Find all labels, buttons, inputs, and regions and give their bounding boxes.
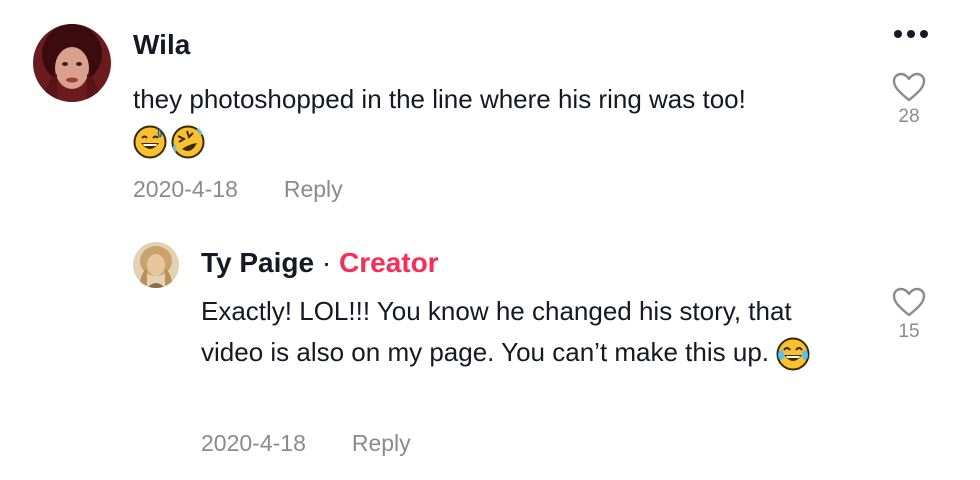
separator-dot: · xyxy=(321,247,332,278)
heart-icon xyxy=(892,72,926,102)
like-count: 28 xyxy=(898,106,920,127)
reply-meta: 2020-4-18 Reply xyxy=(201,430,411,457)
comment: Wila they photoshopped in the line where… xyxy=(0,0,980,220)
comment-text: they photoshopped in the line where his … xyxy=(133,84,746,114)
reply-comment: Ty Paige · Creator Exactly! LOL!!! You k… xyxy=(0,220,980,480)
reply-date: 2020-4-18 xyxy=(201,430,306,456)
creator-username-line: Ty Paige · Creator xyxy=(201,247,439,279)
creator-username[interactable]: Ty Paige xyxy=(201,247,314,278)
tears-of-joy-emoji xyxy=(776,337,810,371)
avatar[interactable] xyxy=(33,24,111,102)
reply-reply-button[interactable]: Reply xyxy=(352,430,411,456)
comment-date: 2020-4-18 xyxy=(133,176,238,202)
reply-button[interactable]: Reply xyxy=(284,176,343,202)
heart-icon xyxy=(892,287,926,317)
like-button[interactable]: 28 xyxy=(887,71,931,128)
comment-username[interactable]: Wila xyxy=(133,29,190,61)
grinning-sweat-emoji xyxy=(133,125,167,159)
creator-avatar[interactable] xyxy=(133,242,179,288)
reply-like-button[interactable]: 15 xyxy=(887,286,931,343)
reply-text: Exactly! LOL!!! You know he changed his … xyxy=(201,296,792,367)
comment-text-block: they photoshopped in the line where his … xyxy=(133,79,863,161)
comment-emojis xyxy=(133,125,205,159)
rolling-laughing-emoji xyxy=(171,125,205,159)
reply-like-count: 15 xyxy=(898,321,920,342)
reply-text-block: Exactly! LOL!!! You know he changed his … xyxy=(201,291,841,373)
creator-badge: Creator xyxy=(338,247,439,278)
comment-meta: 2020-4-18 Reply xyxy=(133,176,343,203)
